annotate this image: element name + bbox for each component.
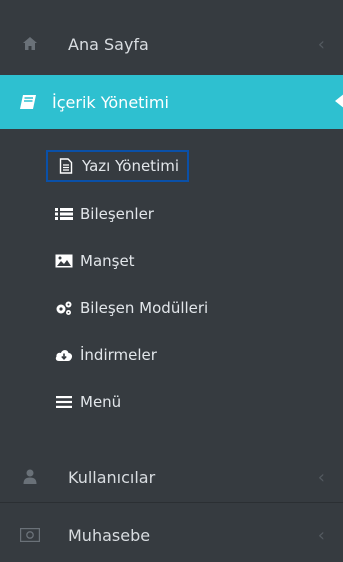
chevron-left-icon: ‹ — [317, 33, 325, 55]
sidebar-item-users[interactable]: Kullanıcılar ‹ — [0, 452, 343, 502]
gears-icon — [54, 298, 74, 318]
content-submenu: Yazı Yönetimi Bileşenler Manşet Bileşen … — [0, 130, 343, 450]
submenu-item-label: Bileşen Modülleri — [80, 299, 209, 317]
active-indicator — [335, 93, 343, 109]
document-icon — [56, 156, 76, 176]
chevron-left-icon: ‹ — [317, 466, 325, 488]
sidebar-item-accounting[interactable]: Muhasebe ‹ — [0, 510, 343, 560]
cloud-download-icon — [54, 345, 74, 365]
users-icon — [18, 465, 42, 489]
chevron-left-icon: ‹ — [317, 524, 325, 546]
submenu-item-label: Menü — [80, 393, 122, 411]
home-icon — [18, 32, 42, 56]
sidebar-item-home[interactable]: Ana Sayfa ‹ — [0, 19, 343, 69]
submenu-item-headline[interactable]: Manşet — [54, 244, 135, 278]
image-icon — [54, 251, 74, 271]
submenu-item-posts[interactable]: Yazı Yönetimi — [46, 150, 190, 182]
submenu-item-menu[interactable]: Menü — [54, 385, 121, 419]
sidebar-item-content-management[interactable]: İçerik Yönetimi — [0, 75, 343, 129]
sidebar-item-label: Ana Sayfa — [68, 34, 149, 54]
sidebar-item-label: Muhasebe — [68, 525, 151, 545]
menu-icon — [54, 392, 74, 412]
submenu-item-components[interactable]: Bileşenler — [54, 197, 154, 231]
submenu-item-label: Bileşenler — [80, 205, 154, 223]
sidebar-item-label: İçerik Yönetimi — [52, 92, 169, 112]
submenu-item-downloads[interactable]: İndirmeler — [54, 338, 157, 372]
money-icon — [18, 523, 42, 547]
book-icon — [16, 90, 40, 114]
submenu-item-label: Yazı Yönetimi — [82, 157, 180, 175]
list-icon — [54, 204, 74, 224]
sidebar-item-label: Kullanıcılar — [68, 467, 156, 487]
submenu-item-label: Manşet — [80, 252, 135, 270]
sidebar: Ana Sayfa ‹ İçerik Yönetimi Yazı Yönetim… — [0, 0, 343, 562]
submenu-item-label: İndirmeler — [80, 346, 157, 364]
divider — [0, 502, 343, 503]
submenu-item-component-modules[interactable]: Bileşen Modülleri — [54, 291, 208, 325]
